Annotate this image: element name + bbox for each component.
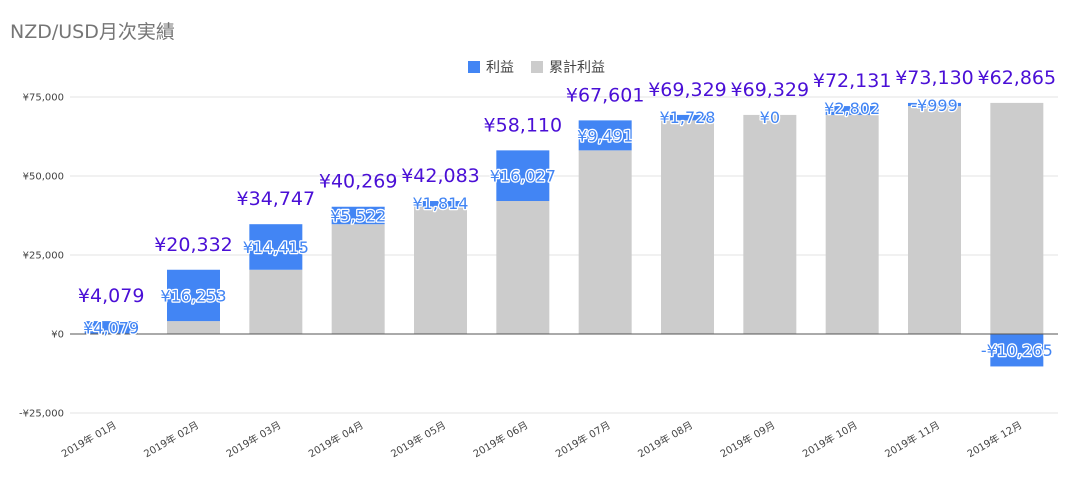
profit-label: ¥4,079 bbox=[83, 319, 139, 338]
y-axis: ¥75,000 ¥50,000 ¥25,000 ¥0 -¥25,000 bbox=[19, 93, 64, 420]
bar-cumulative bbox=[167, 321, 220, 334]
bar-cumulative bbox=[743, 114, 797, 335]
x-tick-label: 2019年 05月 bbox=[388, 418, 448, 460]
profit-label: -¥999 bbox=[911, 96, 958, 115]
total-label: ¥34,747 bbox=[237, 188, 316, 210]
legend: 利益 累計利益 bbox=[468, 60, 605, 76]
bar-cumulative bbox=[249, 269, 303, 334]
x-tick-label: 2019年 09月 bbox=[718, 418, 778, 460]
total-label: ¥73,130 bbox=[895, 67, 974, 89]
bar-cumulative bbox=[661, 120, 714, 335]
x-tick-label: 2019年 11月 bbox=[882, 418, 942, 460]
y-tick-label: ¥25,000 bbox=[23, 251, 64, 262]
x-tick-label: 2019年 10月 bbox=[800, 418, 860, 460]
chart-title: NZD/USD月次実績 bbox=[10, 21, 175, 43]
x-axis: 2019年 01月 2019年 02月 2019年 03月 2019年 04月 2019… bbox=[59, 418, 1024, 460]
x-tick-label: 2019年 04月 bbox=[306, 418, 366, 460]
bar-cumulative bbox=[990, 102, 1044, 334]
bar-cumulative bbox=[908, 106, 961, 334]
profit-label: ¥1,814 bbox=[413, 194, 469, 213]
total-label: ¥72,131 bbox=[813, 70, 892, 92]
y-tick-label: ¥75,000 bbox=[23, 93, 64, 104]
legend-swatch-profit bbox=[468, 61, 480, 73]
profit-label: ¥0 bbox=[760, 108, 780, 127]
x-tick-label: 2019年 06月 bbox=[471, 418, 531, 460]
profit-label: -¥10,265 bbox=[981, 341, 1053, 360]
y-tick-label: ¥0 bbox=[51, 330, 64, 341]
profit-label: ¥14,415 bbox=[243, 238, 309, 257]
legend-swatch-cumulative bbox=[531, 61, 543, 73]
total-label: ¥62,865 bbox=[978, 67, 1057, 89]
bar-cumulative bbox=[331, 224, 385, 334]
profit-label: ¥9,491 bbox=[577, 126, 633, 145]
bar-cumulative bbox=[825, 114, 879, 335]
legend-label-cumulative: 累計利益 bbox=[549, 60, 605, 76]
x-tick-label: 2019年 07月 bbox=[553, 418, 613, 460]
profit-label: ¥16,027 bbox=[490, 167, 556, 186]
total-label: ¥20,332 bbox=[154, 234, 233, 256]
x-tick-label: 2019年 08月 bbox=[635, 418, 695, 460]
total-label: ¥67,601 bbox=[566, 84, 645, 106]
total-label: ¥4,079 bbox=[78, 285, 144, 307]
bar-cumulative bbox=[414, 206, 467, 334]
bar-cumulative bbox=[578, 150, 632, 334]
y-tick-label: ¥50,000 bbox=[23, 172, 64, 183]
x-tick-label: 2019年 12月 bbox=[965, 418, 1025, 460]
y-tick-label: -¥25,000 bbox=[19, 409, 64, 420]
x-tick-label: 2019年 02月 bbox=[141, 418, 201, 460]
profit-label: ¥5,522 bbox=[330, 206, 386, 225]
x-tick-label: 2019年 03月 bbox=[224, 418, 284, 460]
total-label: ¥40,269 bbox=[319, 171, 398, 193]
legend-label-profit: 利益 bbox=[486, 60, 514, 76]
bar-cumulative bbox=[496, 201, 550, 334]
chart: NZD/USD月次実績 利益 累計利益 ¥75,000 ¥50,000 ¥25,00… bbox=[10, 21, 1058, 460]
total-label: ¥69,329 bbox=[731, 79, 810, 101]
profit-label: ¥16,253 bbox=[160, 286, 226, 305]
total-label: ¥42,083 bbox=[401, 165, 480, 187]
profit-label: ¥2,802 bbox=[824, 99, 880, 118]
total-label: ¥58,110 bbox=[484, 114, 563, 136]
profit-label: ¥1,728 bbox=[660, 108, 716, 127]
total-label: ¥69,329 bbox=[648, 79, 727, 101]
x-tick-label: 2019年 01月 bbox=[59, 418, 119, 460]
